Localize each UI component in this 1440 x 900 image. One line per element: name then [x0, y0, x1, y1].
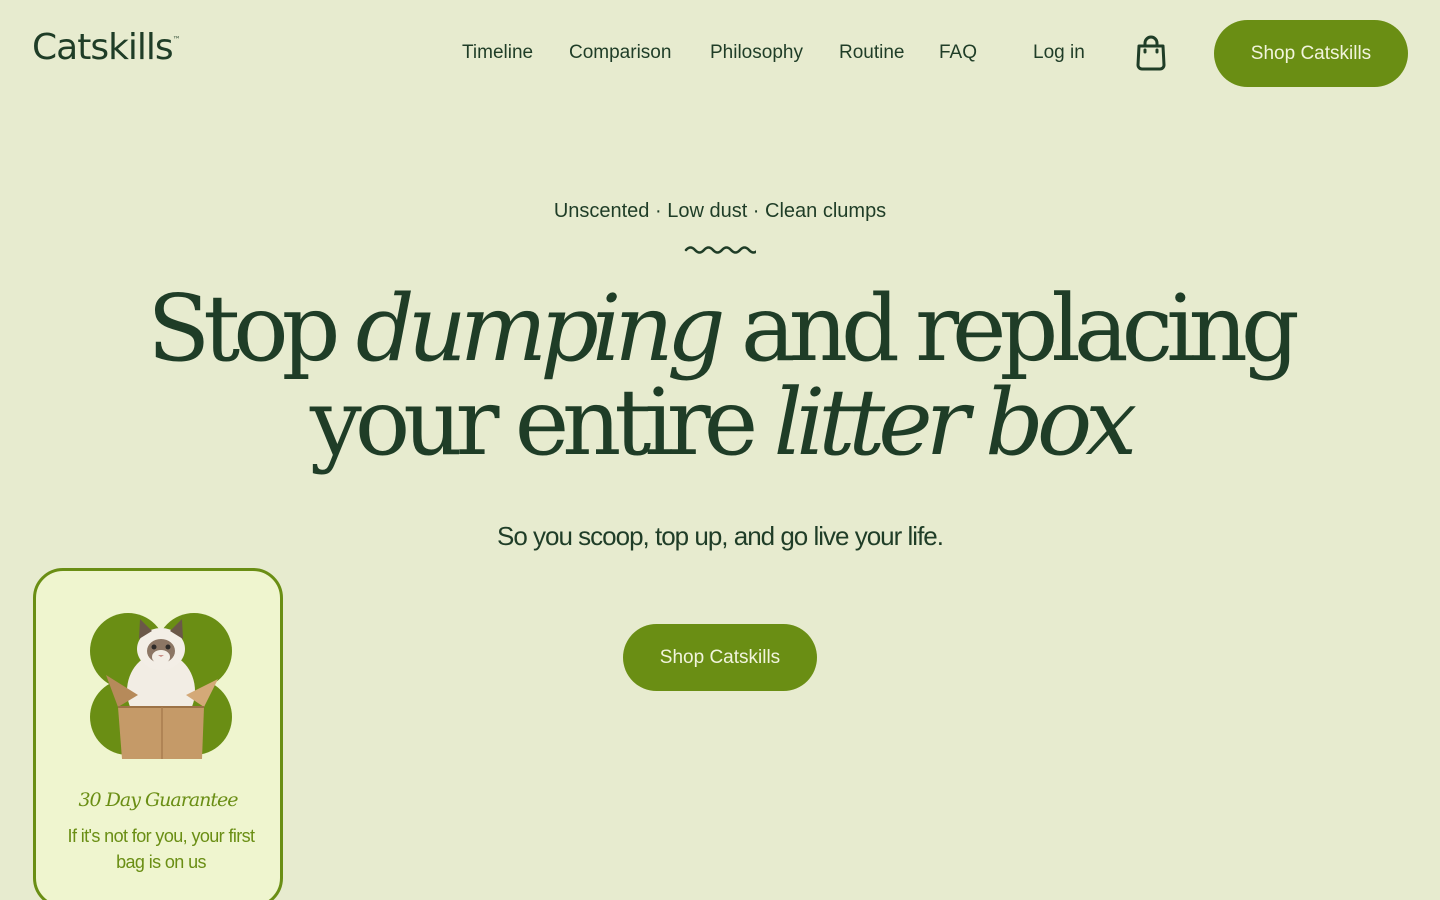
shop-button-hero[interactable]: Shop Catskills: [623, 624, 817, 691]
nav-item-routine[interactable]: Routine: [839, 41, 905, 65]
shopping-bag-icon: [1136, 35, 1166, 71]
headline-words-your-entire: your entire: [309, 369, 774, 476]
headline-words-and-replacing: and replacing: [718, 275, 1300, 382]
squiggle-divider-icon: [684, 246, 756, 254]
nav-item-comparison[interactable]: Comparison: [569, 41, 671, 65]
page: Catskills™ Timeline Comparison Philosoph…: [0, 0, 1440, 900]
logo-trademark: ™: [172, 35, 181, 44]
cat-in-box-image: [90, 613, 232, 759]
login-link[interactable]: Log in: [1033, 41, 1085, 65]
nav-item-timeline[interactable]: Timeline: [462, 41, 533, 65]
hero-headline: Stop dumping and replacing your entire l…: [0, 282, 1440, 470]
headline-line-1: Stop dumping and replacing: [0, 282, 1440, 376]
shop-button-header[interactable]: Shop Catskills: [1214, 20, 1408, 87]
nav-item-faq[interactable]: FAQ: [939, 41, 977, 65]
headline-words-litter-box: litter box: [773, 369, 1137, 476]
nav-item-philosophy[interactable]: Philosophy: [710, 41, 803, 65]
logo[interactable]: Catskills™: [32, 27, 181, 68]
hero-subhead: So you scoop, top up, and go live your l…: [497, 521, 944, 551]
headline-word-dumping: dumping: [355, 275, 726, 382]
logo-text: Catskills: [32, 27, 174, 68]
headline-word-stop: Stop: [147, 275, 356, 382]
guarantee-title: 30 Day Guarantee: [78, 789, 238, 811]
guarantee-card: 30 Day Guarantee If it's not for you, yo…: [33, 568, 283, 900]
cart-button[interactable]: [1134, 34, 1168, 72]
headline-line-2: your entire litter box: [0, 376, 1440, 470]
hero-eyebrow: Unscented · Low dust · Clean clumps: [553, 200, 887, 222]
guarantee-text: If it's not for you, your first bag is o…: [67, 826, 256, 872]
